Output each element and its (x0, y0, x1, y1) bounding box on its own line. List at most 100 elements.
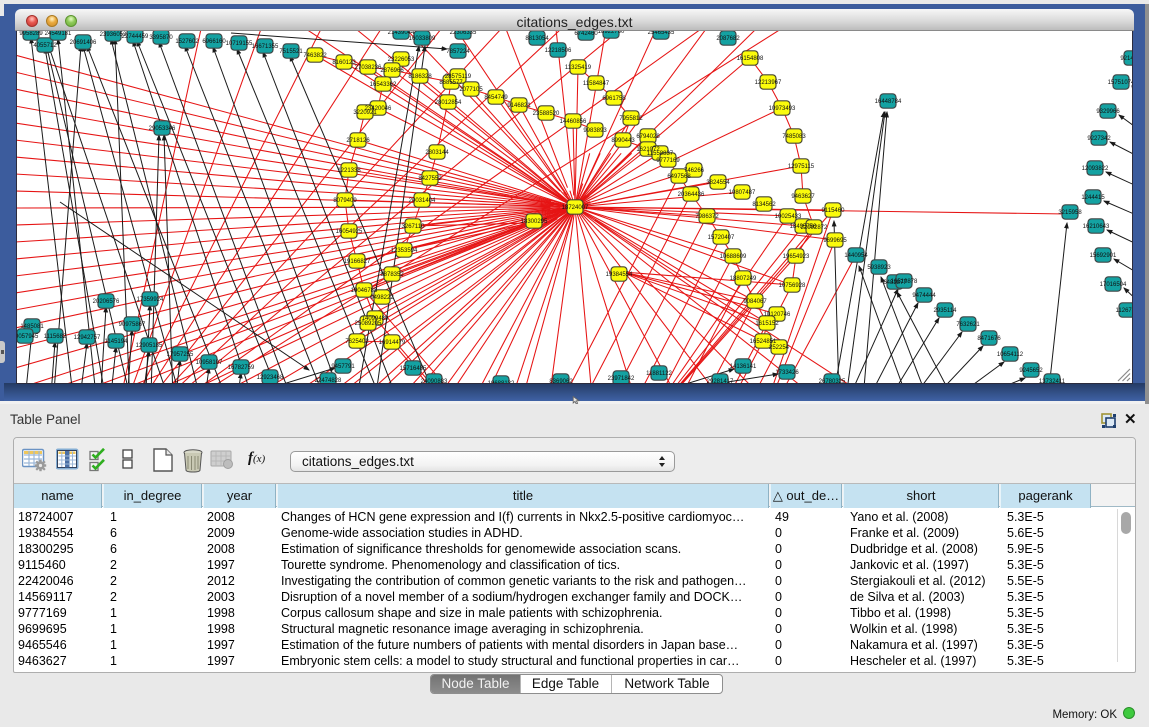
svg-text:19384554: 19384554 (606, 272, 633, 278)
svg-text:12218506: 12218506 (545, 48, 572, 54)
svg-text:22992872: 22992872 (801, 225, 828, 231)
svg-text:11584847: 11584847 (583, 81, 610, 87)
svg-text:23588520: 23588520 (533, 111, 560, 117)
svg-text:12213967: 12213967 (755, 80, 782, 86)
svg-text:22306335: 22306335 (450, 31, 477, 36)
svg-text:10120746: 10120746 (764, 312, 791, 318)
svg-text:9474444: 9474444 (912, 293, 936, 299)
svg-text:1126753: 1126753 (1116, 308, 1133, 314)
svg-text:9777169: 9777169 (656, 158, 680, 164)
svg-text:10807487: 10807487 (729, 190, 756, 196)
svg-text:8454749: 8454749 (484, 95, 508, 101)
svg-text:1733426: 1733426 (775, 370, 799, 376)
svg-text:27038236: 27038236 (355, 65, 382, 71)
svg-text:9115460: 9115460 (822, 208, 846, 214)
svg-text:23226053: 23226053 (388, 57, 415, 63)
svg-text:1440954: 1440954 (844, 253, 868, 259)
svg-text:9699695: 9699695 (823, 238, 847, 244)
svg-text:1115682: 1115682 (44, 334, 67, 340)
svg-text:9498222: 9498222 (370, 295, 394, 301)
svg-text:20206576: 20206576 (93, 299, 120, 305)
svg-text:7857224: 7857224 (446, 49, 470, 55)
svg-text:9958289: 9958289 (19, 31, 43, 37)
svg-text:2876966: 2876966 (380, 68, 404, 74)
svg-text:25465435: 25465435 (648, 31, 675, 36)
svg-text:9457791: 9457791 (331, 364, 355, 370)
svg-text:10756928: 10756928 (779, 283, 806, 289)
svg-text:10958107: 10958107 (196, 360, 223, 366)
svg-text:6742460: 6742460 (574, 31, 598, 37)
svg-text:3267110: 3267110 (402, 224, 426, 230)
svg-text:6966160: 6966160 (202, 39, 226, 45)
svg-text:11558837: 11558837 (647, 151, 674, 157)
svg-text:8160123: 8160123 (332, 60, 356, 66)
svg-text:9245652: 9245652 (1019, 368, 1043, 374)
svg-text:8427552: 8427552 (418, 176, 442, 182)
svg-text:17016504: 17016504 (1100, 282, 1127, 288)
svg-text:8369062: 8369062 (549, 379, 573, 383)
svg-text:15716485: 15716485 (400, 366, 427, 372)
svg-text:9983893: 9983893 (583, 128, 607, 134)
svg-text:10025433: 10025433 (775, 214, 802, 220)
svg-text:11325419: 11325419 (565, 65, 592, 71)
svg-text:14136141: 14136141 (730, 364, 757, 370)
svg-text:20031404: 20031404 (409, 198, 436, 204)
svg-text:1221338: 1221338 (337, 168, 361, 174)
svg-text:3220921: 3220921 (353, 110, 377, 116)
svg-text:16054925: 16054925 (336, 229, 363, 235)
svg-text:1145194: 1145194 (105, 339, 129, 345)
svg-text:18724007: 18724007 (562, 205, 589, 211)
svg-text:12905185: 12905185 (136, 343, 163, 349)
svg-text:16033809: 16033809 (409, 36, 436, 42)
svg-text:28575119: 28575119 (445, 74, 472, 80)
svg-text:29053346: 29053346 (149, 126, 176, 132)
svg-text:9227342: 9227342 (1087, 136, 1111, 142)
svg-text:8990443: 8990443 (611, 138, 635, 144)
svg-text:7463822: 7463822 (303, 53, 327, 59)
svg-text:10057945: 10057945 (16, 334, 39, 340)
svg-text:15751074: 15751074 (1108, 80, 1133, 86)
svg-text:10973493: 10973493 (769, 106, 796, 112)
svg-text:3824554: 3824554 (706, 180, 730, 186)
svg-text:3215958: 3215958 (1058, 210, 1082, 216)
svg-text:20364436: 20364436 (678, 192, 705, 198)
svg-text:9146821: 9146821 (507, 103, 531, 109)
svg-text:19688132: 19688132 (488, 381, 515, 383)
svg-text:23971842: 23971842 (608, 376, 635, 382)
svg-text:15720407: 15720407 (708, 235, 735, 241)
svg-text:6794028: 6794028 (636, 134, 660, 140)
svg-text:12093822: 12093822 (1082, 166, 1109, 172)
svg-text:2803144: 2803144 (425, 150, 449, 156)
svg-text:8813054: 8813054 (525, 36, 549, 42)
svg-text:17957255: 17957255 (167, 352, 194, 358)
svg-text:16782759: 16782759 (228, 365, 255, 371)
svg-text:12942757: 12942757 (74, 335, 101, 341)
svg-text:20691406: 20691406 (70, 40, 97, 46)
svg-text:24090883: 24090883 (421, 379, 448, 383)
svg-text:16210643: 16210643 (1083, 224, 1110, 230)
svg-text:9329966: 9329966 (1096, 109, 1120, 115)
svg-text:5938923: 5938923 (867, 265, 891, 271)
svg-text:252254: 252254 (769, 345, 790, 351)
svg-text:22744459: 22744459 (122, 34, 149, 40)
svg-text:11881122: 11881122 (646, 371, 672, 377)
svg-text:1615152: 1615152 (755, 321, 779, 327)
svg-text:3395870: 3395870 (149, 35, 173, 41)
svg-text:10719155: 10719155 (226, 41, 253, 47)
svg-text:7632621: 7632621 (956, 322, 980, 328)
svg-text:26780325: 26780325 (819, 379, 846, 383)
svg-text:10046788: 10046788 (351, 288, 378, 294)
svg-text:8186328: 8186328 (408, 74, 432, 80)
svg-text:7515521: 7515521 (279, 49, 303, 55)
svg-text:10688609: 10688609 (720, 254, 747, 260)
svg-text:14460856: 14460856 (560, 119, 587, 125)
svg-text:16671355: 16671355 (252, 44, 279, 50)
svg-text:90975867: 90975867 (119, 322, 146, 328)
svg-text:1485081: 1485081 (20, 324, 44, 330)
svg-text:7485083: 7485083 (782, 134, 806, 140)
svg-text:16510878: 16510878 (891, 279, 918, 285)
svg-text:1244415: 1244415 (1081, 195, 1105, 201)
svg-text:18922760: 18922760 (598, 31, 625, 35)
svg-text:15692901: 15692901 (1090, 253, 1117, 259)
svg-text:24549181: 24549181 (45, 31, 72, 37)
